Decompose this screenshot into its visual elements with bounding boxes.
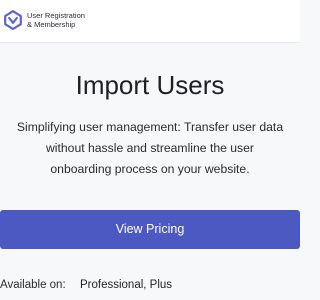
brand-line-2: & Membership bbox=[27, 20, 76, 29]
view-pricing-button[interactable]: View Pricing bbox=[0, 210, 300, 249]
top-bar: User Registration & Membership bbox=[0, 0, 300, 43]
user-registration-logo-icon[interactable] bbox=[3, 9, 23, 31]
brand-name[interactable]: User Registration & Membership bbox=[27, 11, 147, 29]
availability-row: Available on: Professional, Plus bbox=[0, 279, 300, 291]
feature-description: Simplifying user management: Transfer us… bbox=[16, 120, 284, 176]
available-on-plans: Professional, Plus bbox=[80, 279, 173, 291]
available-on-label: Available on: bbox=[0, 279, 66, 291]
brand-line-1: User Registration bbox=[27, 11, 85, 20]
page: User Registration & Membership Import Us… bbox=[0, 0, 300, 300]
page-title: Import Users bbox=[75, 70, 225, 100]
